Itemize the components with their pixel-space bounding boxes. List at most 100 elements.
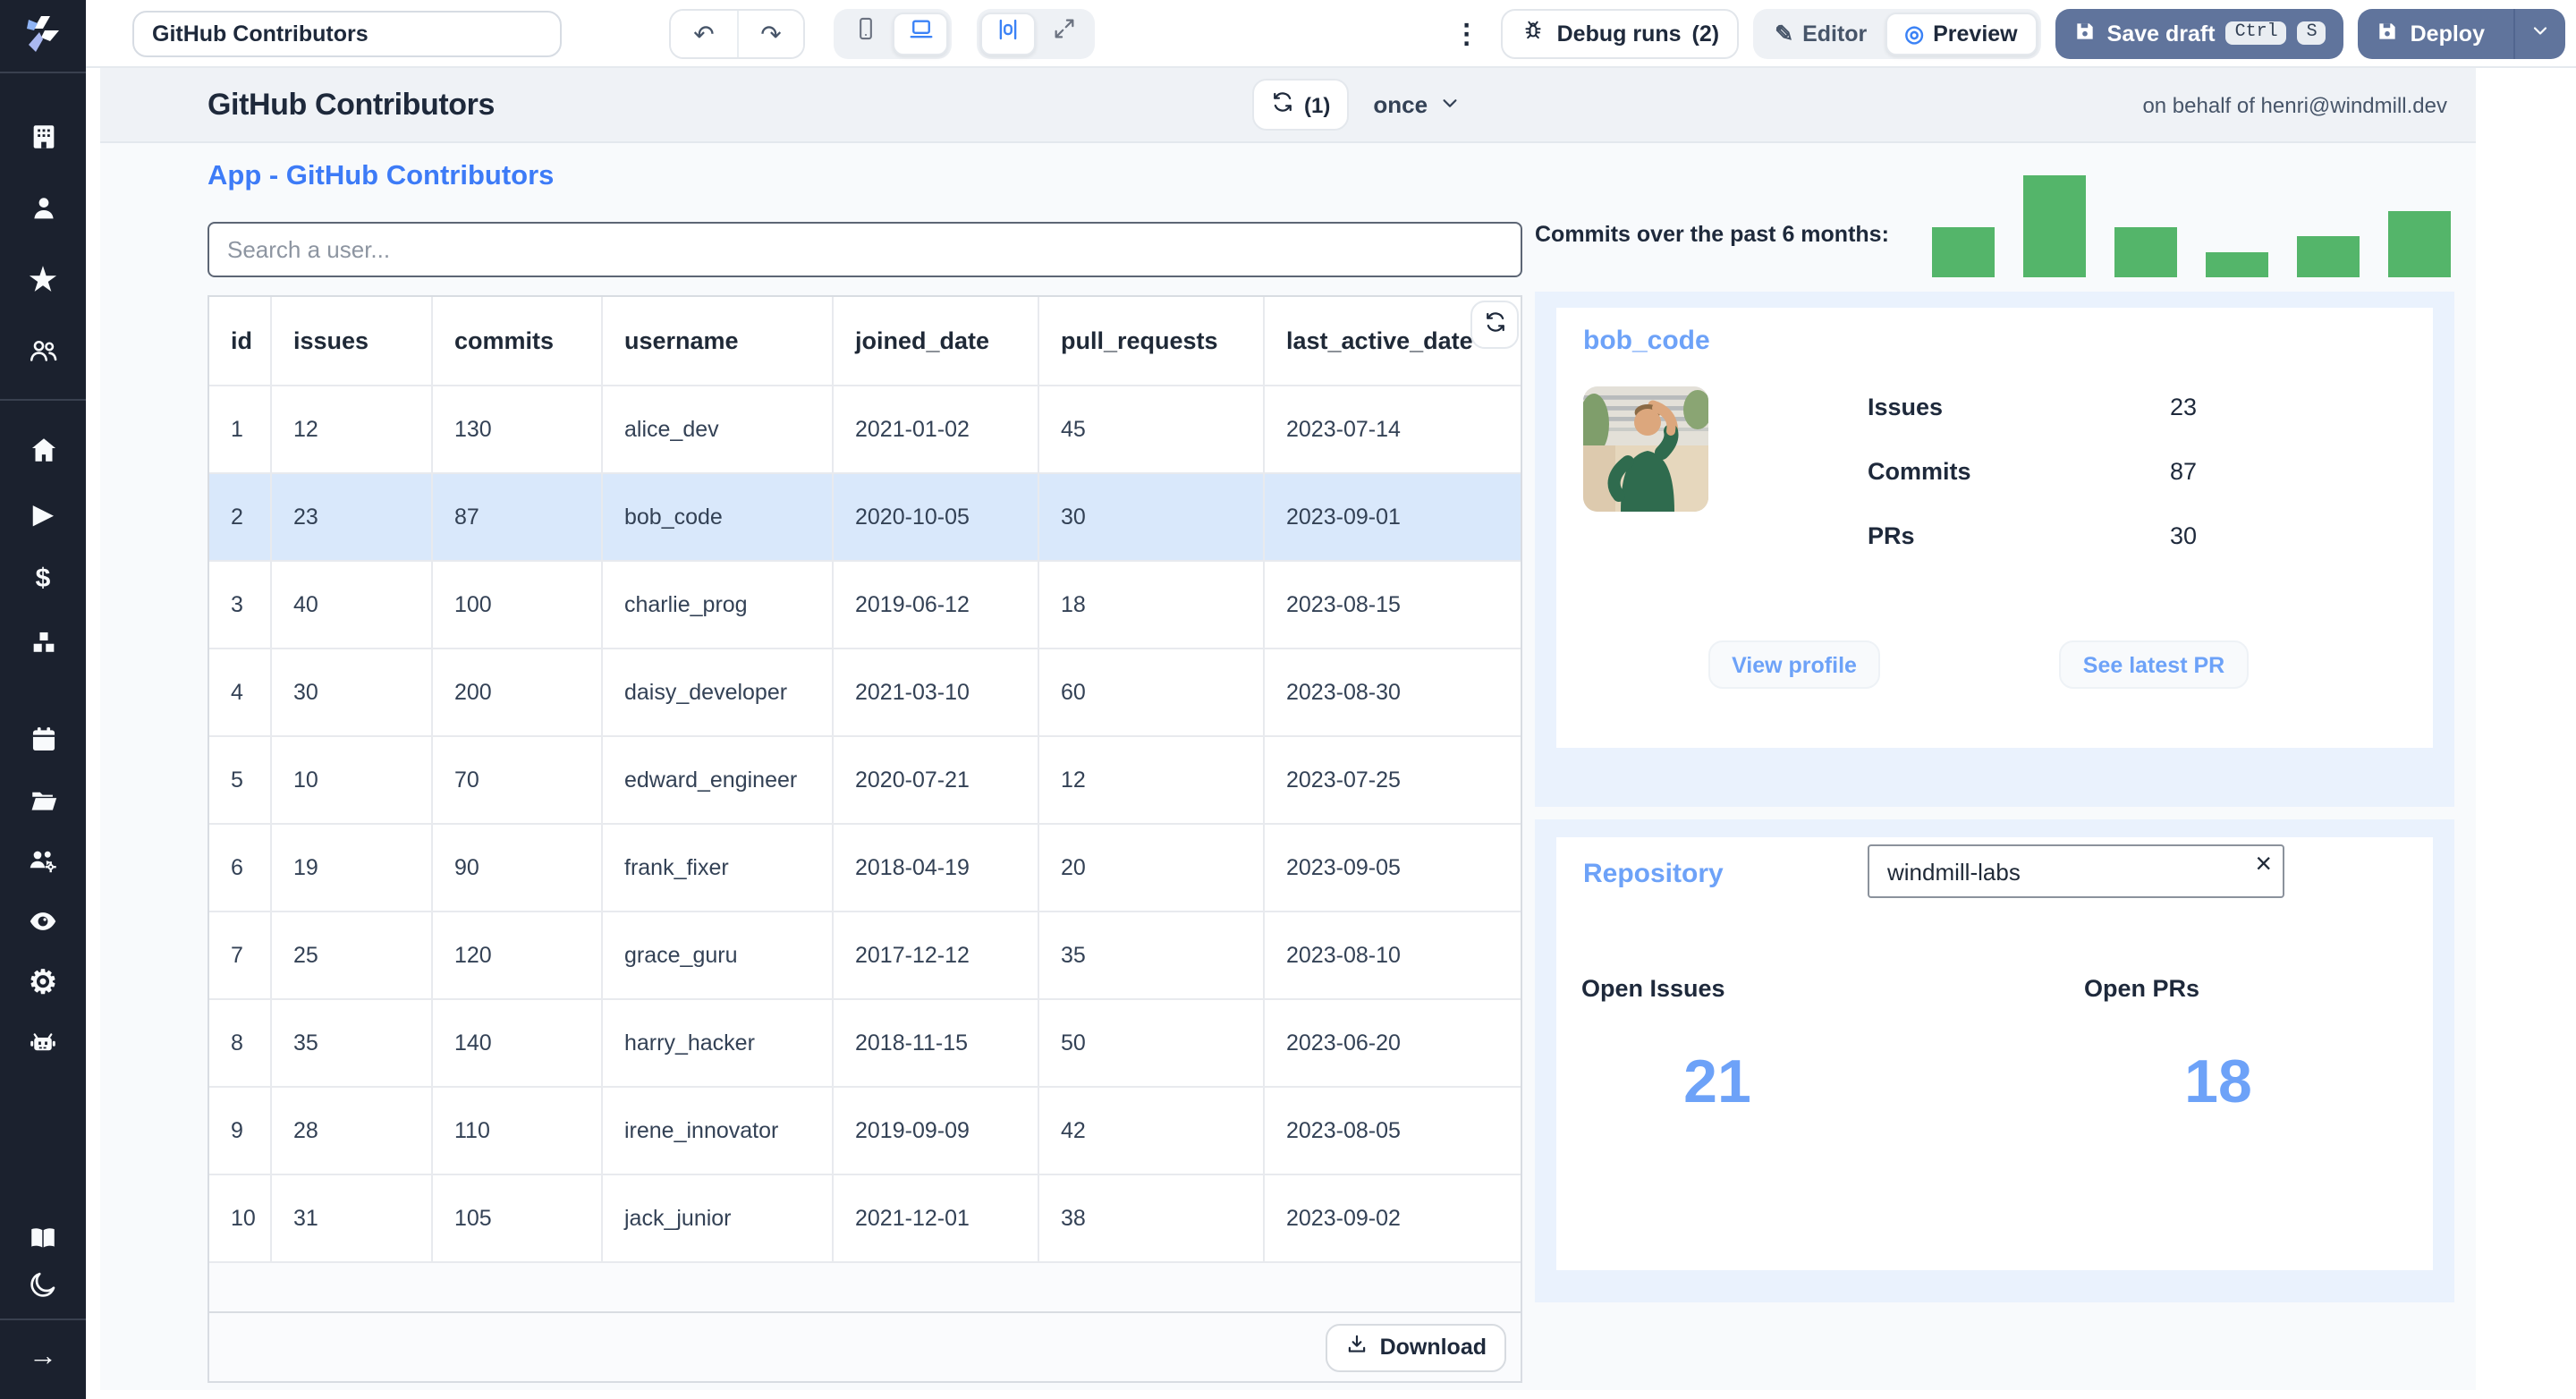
app-preview-canvas: GitHub Contributors (1) once on behalf o… (100, 68, 2476, 1390)
sidebar-nav-group-1: ▶ $ (27, 433, 59, 658)
table-cell: charlie_prog (603, 562, 834, 648)
table-cell: 130 (433, 386, 603, 472)
sidebar-item-folders[interactable] (27, 784, 59, 816)
sidebar-item-home[interactable] (27, 433, 59, 465)
user-card-panel: bob_code Issues 23 Commits 87 PRs 30 Vie… (1535, 292, 2454, 807)
commit-bar (2297, 236, 2360, 277)
device-toggle (834, 8, 952, 58)
table-cell: 87 (433, 474, 603, 560)
dark-mode-moon-icon[interactable] (27, 1268, 59, 1301)
sidebar-bottom-group: → (0, 1222, 86, 1399)
save-draft-button[interactable]: Save draft Ctrl S (2055, 8, 2344, 58)
sidebar-item-billing[interactable]: $ (27, 562, 59, 594)
sidebar-item-user-group[interactable] (27, 335, 59, 367)
fullscreen-layout-button[interactable] (1036, 12, 1091, 55)
table-cell: 8 (209, 1000, 272, 1086)
table-row[interactable]: 2 23 87 bob_code 2020-10-05 30 2023-09-01 (209, 474, 1521, 562)
table-row[interactable]: 8 35 140 harry_hacker 2018-11-15 50 2023-06-20 (209, 1000, 1521, 1088)
sidebar-item-schedules[interactable] (27, 723, 59, 755)
sidebar-item-runs[interactable]: ▶ (27, 497, 59, 530)
see-latest-pr-button[interactable]: See latest PR (2059, 640, 2249, 689)
editor-tab[interactable]: ✎ Editor (1757, 12, 1885, 55)
sidebar-item-resources[interactable] (27, 626, 59, 658)
table-cell: 42 (1039, 1088, 1265, 1174)
docs-book-icon[interactable] (27, 1222, 59, 1254)
table-row[interactable]: 3 40 100 charlie_prog 2019-06-12 18 2023-08-15 (209, 562, 1521, 649)
app-refresh-button[interactable]: (1) (1252, 79, 1349, 131)
table-cell: 2023-08-05 (1286, 1118, 1401, 1143)
preview-tab[interactable]: ◎ Preview (1885, 12, 2038, 55)
deploy-button[interactable]: Deploy (2358, 8, 2565, 58)
table-refresh-button[interactable] (1470, 301, 1519, 349)
windmill-logo-icon[interactable] (20, 11, 66, 57)
table-row[interactable]: 5 10 70 edward_engineer 2020-07-21 12 2023-07-… (209, 737, 1521, 825)
repository-input[interactable] (1868, 844, 2284, 898)
download-icon (1346, 1333, 1369, 1361)
table-cell: 45 (1039, 386, 1265, 472)
table-cell: 9 (209, 1088, 272, 1174)
repository-card: Repository × Open Issues Open PRs 21 18 (1556, 837, 2433, 1270)
sidebar-item-user[interactable] (27, 191, 59, 224)
table-cell: 140 (433, 1000, 603, 1086)
refresh-icon (1482, 309, 1507, 340)
stat-value-commits: 87 (2170, 458, 2198, 485)
table-row[interactable]: 6 19 90 frank_fixer 2018-04-19 20 2023-09-05 (209, 825, 1521, 912)
table-cell: 12 (272, 386, 433, 472)
table-row[interactable]: 10 31 105 jack_junior 2021-12-01 38 2023-09-02 (209, 1175, 1521, 1263)
table-row[interactable]: 7 25 120 grace_guru 2017-12-12 35 2023-08-10 (209, 912, 1521, 1000)
table-row[interactable]: 4 30 200 daisy_developer 2021-03-10 60 2023-08… (209, 649, 1521, 737)
app-name-input[interactable] (132, 10, 562, 56)
clear-input-x-icon[interactable]: × (2255, 851, 2272, 880)
sidebar-item-ai[interactable] (27, 1027, 59, 1059)
table-cell: 2023-09-01 (1286, 504, 1401, 530)
sidebar-divider (0, 1318, 86, 1320)
on-behalf-of-text: on behalf of henri@windmill.dev (2142, 93, 2447, 118)
app-header-bar: GitHub Contributors (1) once on behalf o… (100, 68, 2476, 143)
search-user-input[interactable] (208, 222, 1522, 277)
expand-sidebar-arrow-icon[interactable]: → (27, 1342, 59, 1374)
undo-button[interactable]: ↶ (671, 10, 737, 56)
deploy-dropdown-button[interactable] (2513, 8, 2565, 58)
desktop-view-button[interactable] (893, 12, 948, 55)
floppy-save-icon (2073, 19, 2097, 47)
sidebar-item-audit-logs[interactable] (27, 905, 59, 937)
debug-runs-label: Debug runs (1556, 21, 1682, 46)
table-cell: 110 (433, 1088, 603, 1174)
table-cell: 35 (1039, 912, 1265, 998)
download-button[interactable]: Download (1326, 1323, 1506, 1371)
more-options-kebab-button[interactable]: ⋮ (1453, 17, 1480, 49)
table-cell: 100 (433, 562, 603, 648)
stat-label-prs: PRs (1868, 522, 1915, 549)
column-header: username (603, 297, 834, 385)
editor-preview-toggle: ✎ Editor ◎ Preview (1753, 8, 2041, 58)
column-header: joined_date (834, 297, 1039, 385)
sidebar-item-users-settings[interactable] (27, 844, 59, 877)
floppy-deploy-icon (2377, 19, 2400, 47)
schedule-dropdown[interactable]: once (1373, 91, 1460, 118)
sidebar-item-workspace[interactable] (27, 120, 59, 152)
app-header-title: GitHub Contributors (208, 88, 496, 122)
table-row[interactable]: 1 12 130 alice_dev 2021-01-02 45 2023-07-14 (209, 386, 1521, 474)
column-header: commits (433, 297, 603, 385)
centered-layout-button[interactable] (980, 12, 1036, 55)
kbd-s: S (2297, 21, 2326, 45)
commits-bar-chart (1932, 175, 2451, 277)
table-cell: 19 (272, 825, 433, 911)
redo-button[interactable]: ↷ (737, 10, 803, 56)
sidebar: ★ ▶ $ ⚙ → (0, 0, 86, 1399)
sidebar-item-settings[interactable]: ⚙ (27, 966, 59, 998)
table-cell: 23 (272, 474, 433, 560)
table-cell: 20 (1039, 825, 1265, 911)
layout-toggle (977, 8, 1095, 58)
table-cell: 5 (209, 737, 272, 823)
mobile-view-button[interactable] (837, 12, 893, 55)
chevron-down-icon (2529, 20, 2551, 47)
chevron-down-icon (1440, 91, 1460, 118)
table-row[interactable]: 9 28 110 irene_innovator 2019-09-09 42 2023-08… (209, 1088, 1521, 1175)
editor-toolbar: ↶ ↷ ⋮ Debug runs (2) (86, 0, 2576, 68)
debug-runs-button[interactable]: Debug runs (2) (1501, 8, 1740, 58)
undo-icon: ↶ (693, 19, 715, 47)
star-favorites-icon[interactable]: ★ (27, 263, 59, 295)
view-profile-button[interactable]: View profile (1708, 640, 1880, 689)
table-cell: 60 (1039, 649, 1265, 735)
